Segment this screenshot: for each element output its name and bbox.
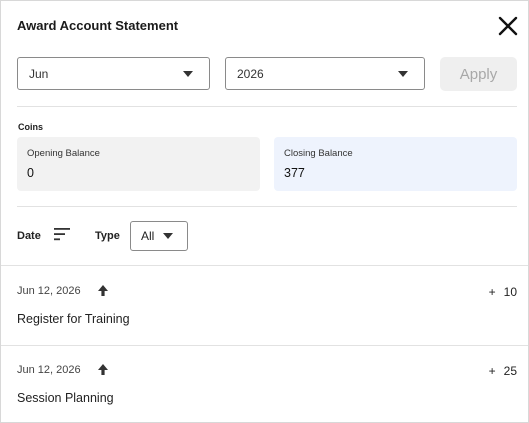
opening-balance-value: 0 <box>27 166 34 180</box>
apply-button[interactable]: Apply <box>440 57 517 91</box>
type-select-value: All <box>141 229 155 243</box>
sort-button[interactable] <box>54 228 70 246</box>
chevron-down-icon <box>398 71 408 77</box>
transaction-amount: +25 <box>489 364 517 378</box>
year-select-value: 2026 <box>237 66 264 81</box>
opening-balance-card: Opening Balance 0 <box>17 137 260 191</box>
chevron-down-icon <box>163 233 173 239</box>
divider <box>17 206 517 207</box>
transaction-date: Jun 12, 2026 <box>17 364 81 376</box>
close-icon <box>498 16 518 36</box>
award-statement-panel: Award Account Statement Jun 2026 Apply C… <box>0 0 529 423</box>
type-select[interactable]: All <box>130 221 188 251</box>
transaction-description: Session Planning <box>17 391 114 405</box>
month-select[interactable]: Jun <box>17 57 210 90</box>
list-item[interactable]: Jun 12, 2026 +10 Register for Training <box>1 266 528 345</box>
divider <box>17 106 517 107</box>
transaction-sign: + <box>488 364 496 378</box>
transaction-amount-value: 10 <box>503 285 517 299</box>
transaction-description: Register for Training <box>17 312 130 326</box>
opening-balance-label: Opening Balance <box>27 148 100 159</box>
closing-balance-card: Closing Balance 377 <box>274 137 517 191</box>
transaction-amount-value: 25 <box>503 364 517 378</box>
closing-balance-value: 377 <box>284 166 305 180</box>
transaction-sign: + <box>488 285 496 299</box>
type-filter-label: Type <box>95 230 120 242</box>
closing-balance-label: Closing Balance <box>284 148 353 159</box>
page-title: Award Account Statement <box>17 18 179 33</box>
close-button[interactable] <box>497 15 519 37</box>
arrow-up-icon <box>98 285 108 296</box>
chevron-down-icon <box>183 71 193 77</box>
sort-icon <box>54 228 70 241</box>
coins-section-label: Coins <box>18 122 44 132</box>
arrow-up-icon <box>98 364 108 375</box>
month-select-value: Jun <box>29 66 49 81</box>
date-sort-label: Date <box>17 230 41 242</box>
transaction-date: Jun 12, 2026 <box>17 285 81 297</box>
transaction-amount: +10 <box>489 285 517 299</box>
year-select[interactable]: 2026 <box>225 57 425 90</box>
list-item[interactable]: Jun 12, 2026 +25 Session Planning <box>1 345 528 422</box>
